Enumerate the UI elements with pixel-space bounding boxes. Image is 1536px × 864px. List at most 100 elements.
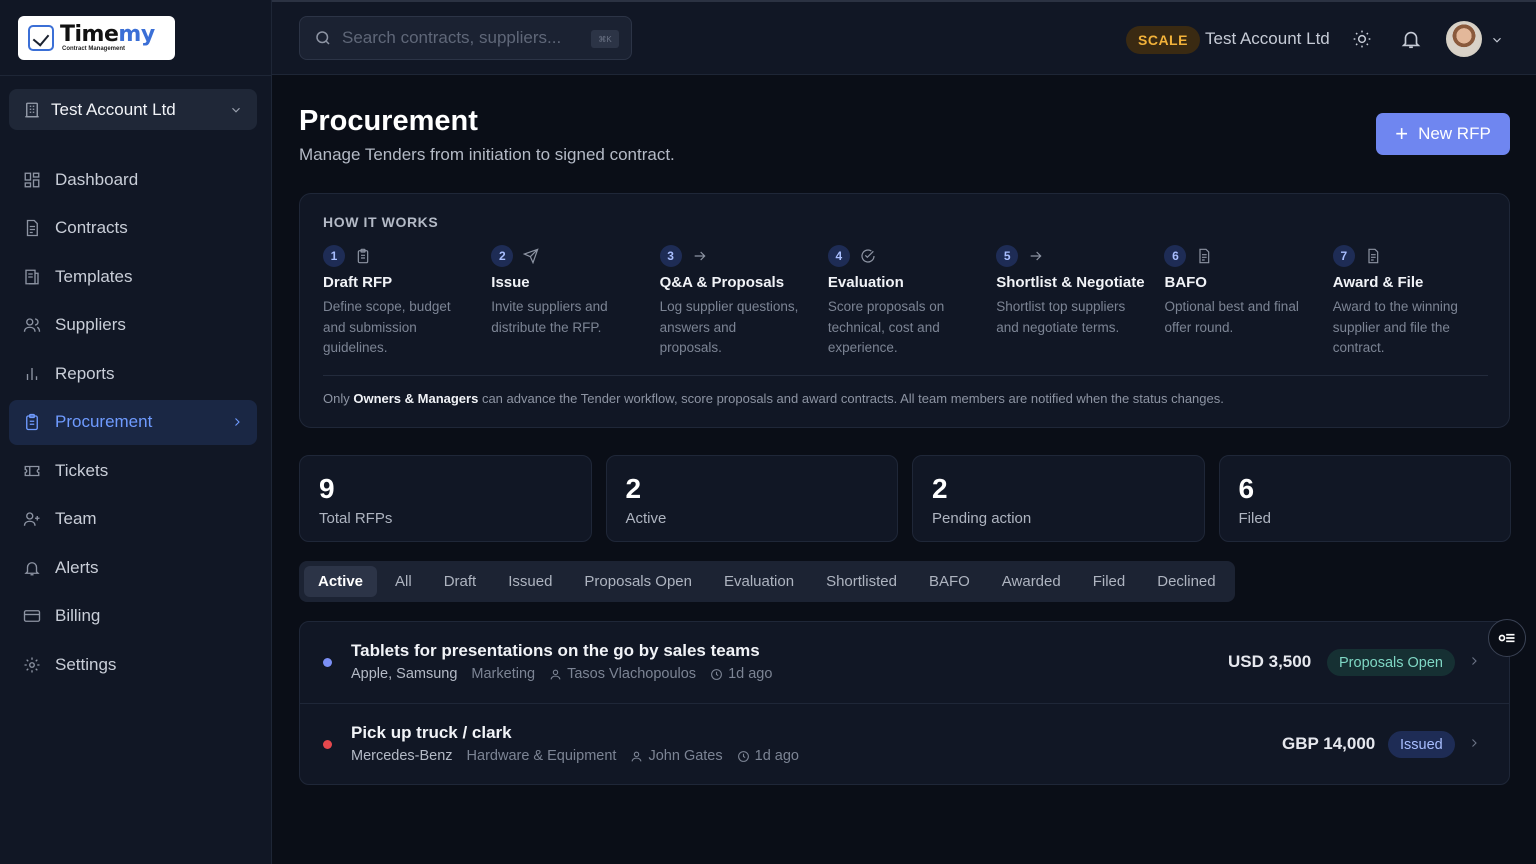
tab-draft[interactable]: Draft [430, 566, 491, 597]
step-description: Invite suppliers and distribute the RFP. [491, 299, 608, 335]
step-description: Score proposals on technical, cost and e… [827, 299, 945, 355]
arrow-right-icon [694, 251, 706, 261]
workflow-step: 5 Shortlist & Negotiate Shortlist top su… [996, 245, 1164, 359]
sidebar-item-procurement[interactable]: Procurement [9, 399, 257, 445]
sidebar-item-label: Contracts [55, 218, 128, 237]
chevron-down-icon [232, 107, 240, 113]
user-icon [550, 669, 561, 679]
sidebar-item-settings[interactable]: Settings [9, 642, 257, 687]
workflow-step: 2 Issue Invite suppliers and distribute … [491, 245, 659, 359]
send-icon [523, 248, 539, 264]
sidebar-item-label: Settings [55, 654, 117, 674]
sidebar-item-label: Reports [55, 363, 115, 383]
rfp-suppliers: Mercedes-Benz [351, 748, 453, 764]
stat-value: 2 [625, 473, 642, 504]
tab-awarded[interactable]: Awarded [988, 566, 1075, 597]
clock-icon [737, 750, 749, 762]
step-description: Award to the winning supplier and file t… [1332, 299, 1458, 355]
tab-bafo[interactable]: BAFO [915, 566, 984, 597]
rfp-title: Pick up truck / clark [351, 723, 512, 742]
main-content: Procurement Manage Tenders from initiati… [272, 75, 1536, 864]
status-badge: Proposals Open [1327, 649, 1455, 676]
stat-label: Pending action [932, 510, 1032, 527]
rfp-age: 1d ago [754, 748, 799, 764]
search-input[interactable] [342, 28, 582, 48]
stat-value: 2 [932, 473, 948, 504]
rfp-category: Marketing [471, 666, 536, 682]
chevron-right-icon [1472, 739, 1477, 747]
topbar: ⌘K SCALE Test Account Ltd [272, 0, 1536, 75]
step-description: Optional best and final offer round. [1164, 299, 1299, 335]
rfp-row[interactable]: Pick up truck / clark Mercedes-Benz Hard… [300, 703, 1509, 784]
sidebar-item-templates[interactable]: Templates [9, 254, 257, 299]
sidebar-item-dashboard[interactable]: Dashboard [9, 157, 257, 202]
filter-settings-floating-button[interactable] [1488, 619, 1526, 657]
chevron-right-icon [1472, 657, 1477, 665]
stat-label: Filed [1238, 510, 1272, 527]
tab-active[interactable]: Active [304, 566, 378, 597]
search-shortcut-hint: ⌘K [591, 30, 619, 48]
plan-badge: SCALE [1126, 26, 1200, 54]
sidebar-item-suppliers[interactable]: Suppliers [9, 303, 257, 348]
arrow-right-icon [1030, 251, 1042, 261]
tab-shortlisted[interactable]: Shortlisted [812, 566, 911, 597]
step-name: Evaluation [827, 274, 904, 291]
rfp-title: Tablets for presentations on the go by s… [351, 641, 760, 660]
rfp-amount: USD 3,500 [1228, 652, 1312, 671]
sidebar-item-billing[interactable]: Billing [9, 594, 257, 639]
rfp-age: 1d ago [728, 666, 773, 682]
sidebar-item-team[interactable]: Team [9, 497, 257, 542]
step-name: Draft RFP [323, 274, 393, 291]
tab-issued[interactable]: Issued [494, 566, 566, 597]
rfp-owner: John Gates [648, 748, 723, 764]
rfp-amount: GBP 14,000 [1282, 734, 1376, 753]
document-icon [1368, 248, 1379, 264]
bar-chart-icon [26, 367, 38, 380]
status-filter-tabs: Active All Draft Issued Proposals Open E… [299, 561, 1235, 602]
rfp-row[interactable]: Tablets for presentations on the go by s… [300, 622, 1509, 703]
status-dot [323, 658, 332, 667]
step-number: 5 [996, 245, 1019, 267]
tab-filed[interactable]: Filed [1079, 566, 1140, 597]
stat-card-total: 9 Total RFPs [299, 455, 592, 542]
sidebar-item-label: Alerts [55, 557, 99, 577]
clock-icon [711, 668, 722, 680]
tab-proposals-open[interactable]: Proposals Open [570, 566, 706, 597]
search-box[interactable]: ⌘K [299, 16, 632, 60]
new-rfp-label: New RFP [1418, 124, 1491, 143]
step-number: 7 [1332, 245, 1355, 267]
stat-value: 9 [319, 473, 335, 504]
logo-check-icon [28, 25, 54, 51]
sun-icon[interactable] [1352, 29, 1372, 49]
building-icon [25, 102, 39, 117]
divider [323, 375, 1488, 376]
chevron-right-icon [235, 418, 240, 426]
step-name: Q&A & Proposals [659, 274, 785, 291]
sidebar-item-reports[interactable]: Reports [9, 351, 257, 396]
sidebar-item-contracts[interactable]: Contracts [9, 206, 257, 251]
sidebar: Timemy Contract Management Test Account … [0, 0, 272, 864]
rfp-meta: Mercedes-Benz Hardware & Equipment John … [351, 748, 799, 764]
user-plus-icon [23, 512, 40, 526]
workflow-step: 3 Q&A & Proposals Log supplier questions… [659, 245, 828, 359]
rfp-list: Tablets for presentations on the go by s… [299, 621, 1510, 785]
account-switcher[interactable]: Test Account Ltd [9, 89, 257, 130]
how-it-works-panel: HOW IT WORKS 1 Draft RFP Define scope, b… [299, 193, 1510, 428]
app-logo[interactable]: Timemy Contract Management [18, 16, 175, 60]
rfp-category: Hardware & Equipment [466, 748, 617, 764]
sidebar-item-tickets[interactable]: Tickets [9, 448, 257, 493]
step-number: 2 [491, 245, 514, 267]
sidebar-item-alerts[interactable]: Alerts [9, 545, 257, 590]
topbar-account-name: Test Account Ltd [1205, 29, 1330, 48]
user-avatar[interactable] [1446, 21, 1482, 57]
new-rfp-button[interactable]: + New RFP [1376, 113, 1510, 155]
notifications-bell-icon[interactable] [1400, 28, 1422, 50]
step-description: Shortlist top suppliers and negotiate te… [996, 299, 1126, 335]
tab-evaluation[interactable]: Evaluation [710, 566, 808, 597]
tab-declined[interactable]: Declined [1143, 566, 1229, 597]
chevron-down-icon[interactable] [1490, 33, 1504, 47]
how-it-works-title: HOW IT WORKS [323, 214, 439, 230]
step-description: Define scope, budget and submission guid… [323, 299, 451, 355]
tab-all[interactable]: All [381, 566, 426, 597]
clipboard-icon [26, 413, 38, 431]
